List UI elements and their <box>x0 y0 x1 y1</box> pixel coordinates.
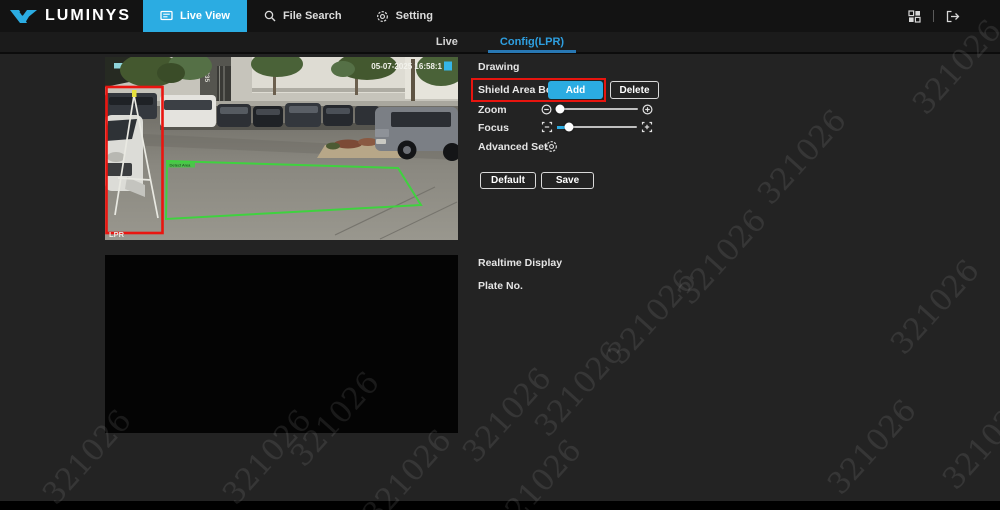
watermark-text: 321026 <box>486 433 589 510</box>
watermark-text: 321026 <box>751 103 854 212</box>
realtime-display-label: Realtime Display <box>478 257 562 269</box>
tab-live-label: Live <box>436 36 458 48</box>
nav-tab-label: Setting <box>396 10 433 22</box>
navbar-divider <box>933 10 934 22</box>
layout-grid-icon[interactable] <box>908 10 921 23</box>
search-icon <box>264 10 276 22</box>
parking-lot-scene: 15235 <box>105 57 458 240</box>
shield-area-box-row: Shield Area Box Add <box>471 78 606 102</box>
focus-far-icon[interactable] <box>641 121 653 133</box>
live-view-icon <box>160 10 173 22</box>
watermark-text: 321026 <box>671 203 774 312</box>
focus-slider-track[interactable] <box>557 126 637 128</box>
focus-slider-knob[interactable] <box>565 123 574 132</box>
main-nav-tabs: Live View File Search Setting <box>143 0 450 32</box>
lpr-snapshot-panel <box>105 255 458 433</box>
zoom-slider-track[interactable] <box>556 108 638 110</box>
nav-tab-label: File Search <box>283 10 342 22</box>
detect-area-label: Detect Area <box>170 163 192 168</box>
zoom-slider-knob[interactable] <box>556 105 565 114</box>
watermark-text: 321026 <box>821 393 924 502</box>
top-navbar: LUMINYS Live View File Search <box>0 0 1000 32</box>
nav-tab-file-search[interactable]: File Search <box>247 0 359 32</box>
tab-config-lpr-label: Config(LPR) <box>500 36 564 48</box>
navbar-right-actions <box>908 0 1000 32</box>
watermark-text: 321026 <box>456 361 559 470</box>
logout-icon[interactable] <box>946 10 960 23</box>
advanced-set-label: Advanced Set <box>478 141 547 153</box>
delete-button[interactable]: Delete <box>610 81 659 99</box>
watermark-text: 321026 <box>884 253 987 362</box>
focus-near-icon[interactable] <box>541 121 553 133</box>
plate-no-label: Plate No. <box>478 280 523 292</box>
advanced-set-gear-icon[interactable] <box>545 140 558 158</box>
nav-tab-label: Live View <box>180 10 230 22</box>
tab-config-lpr[interactable]: Config(LPR) <box>492 31 572 53</box>
shield-area-box-label: Shield Area Box <box>478 84 558 96</box>
watermark-text: 321026 <box>528 335 631 444</box>
zoom-slider <box>541 102 653 116</box>
luminys-app-window: LUMINYS Live View File Search <box>0 0 1000 510</box>
channel-label: LPR <box>109 230 125 239</box>
drawing-section-title: Drawing <box>478 61 519 73</box>
brand-logo: LUMINYS <box>0 0 143 32</box>
camera-timestamp: 05-07-2025 16:58:1 <box>371 62 442 71</box>
zoom-out-icon[interactable] <box>541 104 552 115</box>
bottom-bar <box>0 501 1000 510</box>
brand-name: LUMINYS <box>45 7 131 25</box>
tab-live[interactable]: Live <box>428 31 466 53</box>
focus-label: Focus <box>478 122 509 134</box>
camera-live-view[interactable]: 15235 <box>105 57 458 240</box>
default-button[interactable]: Default <box>480 172 536 189</box>
luminys-logo-icon <box>10 8 37 25</box>
save-button[interactable]: Save <box>541 172 594 189</box>
nav-tab-setting[interactable]: Setting <box>359 0 450 32</box>
watermark-text: 321026 <box>601 263 704 372</box>
add-button[interactable]: Add <box>548 81 603 99</box>
view-mode-tabs: Live Config(LPR) <box>0 32 1000 54</box>
focus-slider <box>541 120 653 134</box>
zoom-label: Zoom <box>478 104 507 116</box>
watermark-text: 321026 <box>936 388 1000 497</box>
zoom-in-icon[interactable] <box>642 104 653 115</box>
gear-icon <box>376 10 389 23</box>
nav-tab-live-view[interactable]: Live View <box>143 0 247 32</box>
watermark-text: 321026 <box>356 423 459 510</box>
